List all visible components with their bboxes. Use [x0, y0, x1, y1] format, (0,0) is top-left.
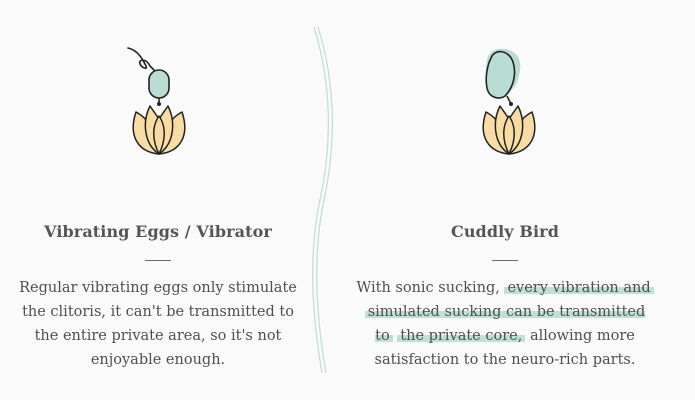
- title-underline: [492, 260, 518, 261]
- description-highlight: the private core,: [397, 328, 526, 344]
- product-title: Cuddly Bird: [450, 222, 559, 241]
- product-description: With sonic sucking, every vibration and …: [355, 276, 655, 372]
- description-prefix: With sonic sucking,: [356, 280, 500, 296]
- product-description: Regular vibrating eggs only stimulate th…: [19, 280, 297, 368]
- vibrating-egg-lotus-icon: [127, 47, 186, 155]
- title-underline: [145, 260, 171, 261]
- comparison-column-cuddly-bird: Cuddly Bird With sonic sucking, every vi…: [355, 0, 655, 400]
- comparison-column-vibrator: Vibrating Eggs / Vibrator Regular vibrat…: [8, 0, 308, 400]
- description-highlight: every vibration and: [504, 280, 654, 296]
- product-title: Vibrating Eggs / Vibrator: [44, 222, 272, 241]
- cuddly-bird-lotus-icon: [482, 48, 536, 155]
- wavy-divider: [311, 26, 333, 374]
